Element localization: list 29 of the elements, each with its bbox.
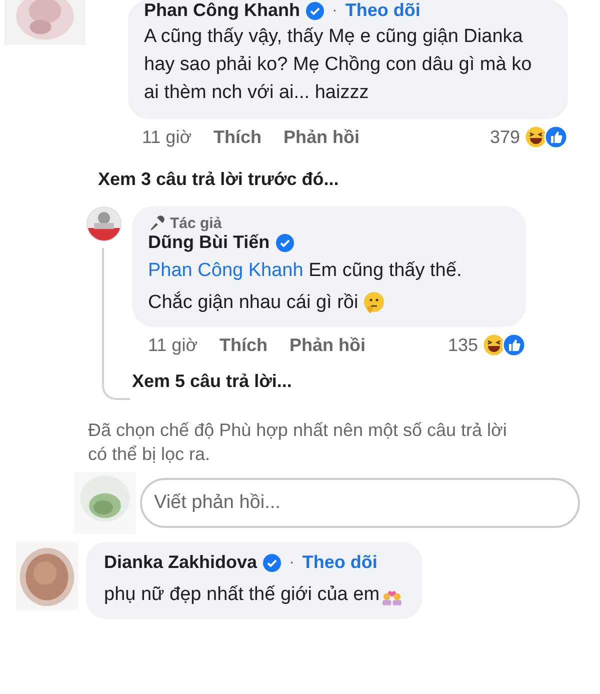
follow-link[interactable]: Theo dõi	[302, 552, 378, 573]
thumbs-up-icon	[502, 333, 526, 357]
reply-link[interactable]: Phản hồi	[290, 334, 366, 356]
comment-text: phụ nữ đẹp nhất thế giới của em	[104, 583, 380, 607]
comment-text: A cũng thấy vậy, thấy Mẹ e cũng giận Dianka hay sao phải ko? Mẹ Chồng con dâu gì mà ko ai thèm nch với ai... haizzz	[144, 25, 533, 105]
reaction-count[interactable]: 135	[448, 334, 478, 356]
like-link[interactable]: Thích	[220, 334, 268, 356]
reply-text: Chắc giận nhau cái gì rồi	[148, 290, 358, 315]
filter-notice: Đã chọn chế độ Phù hợp nhất nên một số câu trả lời có thể bị lọc ra.	[88, 419, 508, 466]
comment-time: 11 giờ	[142, 126, 192, 148]
mention-link[interactable]: Phan Công Khanh	[148, 260, 304, 281]
reaction-count[interactable]: 379	[490, 126, 520, 148]
like-link[interactable]: Thích	[214, 126, 262, 148]
view-previous-replies-link[interactable]: Xem 3 câu trả lời trước đó...	[98, 169, 568, 190]
reply-link[interactable]: Phản hồi	[284, 126, 360, 148]
follow-link[interactable]: Theo dõi	[345, 0, 420, 21]
reply-input-field[interactable]: Viết phản hồi...	[140, 478, 580, 528]
comment-time: 11 giờ	[148, 334, 198, 356]
separator-dot: ·	[289, 554, 294, 572]
thumbs-up-icon	[544, 125, 568, 149]
view-replies-link[interactable]: Xem 5 câu trả lời...	[132, 371, 526, 392]
thinking-face-icon	[362, 291, 386, 315]
author-badge-label: Tác giả	[170, 214, 222, 232]
author-name[interactable]: Phan Công Khanh	[144, 0, 300, 21]
microphone-icon	[148, 214, 166, 232]
author-name[interactable]: Dũng Bùi Tiến	[148, 232, 270, 253]
separator-dot: ·	[332, 2, 338, 20]
reply-text: Phan Công Khanh Em cũng thấy thế.	[148, 259, 463, 283]
author-name[interactable]: Dianka Zakhidova	[104, 552, 258, 573]
